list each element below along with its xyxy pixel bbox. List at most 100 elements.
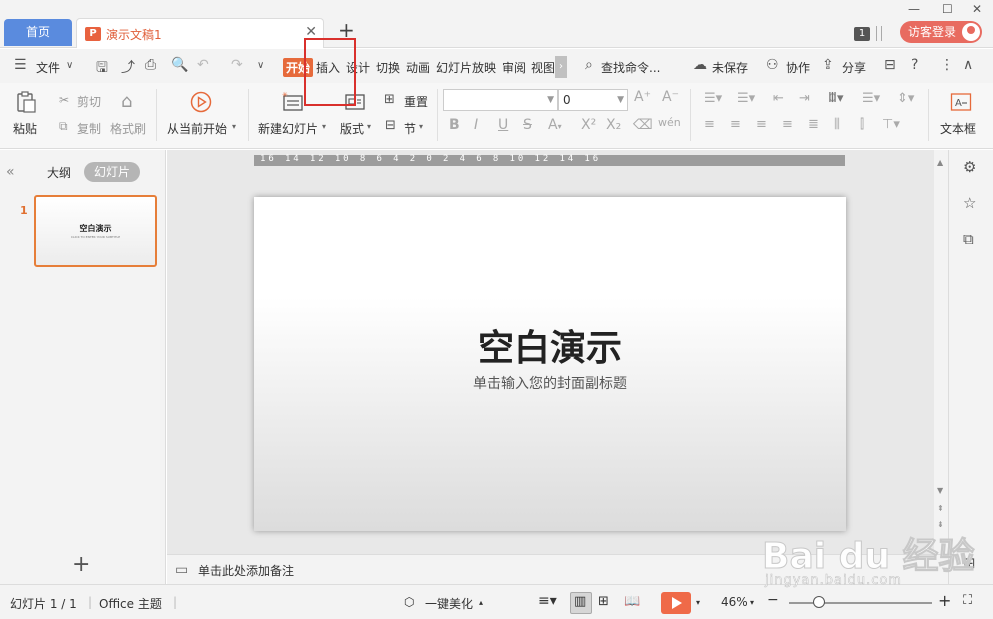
font-name-select[interactable]: ▼ (443, 89, 558, 111)
add-slide-icon[interactable]: + (72, 552, 90, 577)
slide-sorter-icon[interactable]: ⊞ (598, 594, 609, 609)
quick-access-dropdown-icon[interactable]: ∨ (257, 60, 264, 71)
italic-icon[interactable]: I (474, 117, 478, 133)
outline-tab[interactable]: 大纲 (47, 164, 71, 181)
new-slide-button[interactable]: 新建幻灯片 (258, 120, 318, 137)
cut-button[interactable]: 剪切 (77, 93, 101, 110)
help-icon[interactable]: ? (911, 57, 918, 73)
chevron-down-icon[interactable]: ▾ (750, 598, 754, 607)
chevron-down-icon[interactable]: ▾ (322, 122, 326, 131)
play-from-current-icon[interactable] (190, 91, 212, 113)
search-icon[interactable]: ⌕ (585, 57, 593, 73)
previous-slide-icon[interactable]: ⇞ (937, 504, 944, 513)
tab-view[interactable]: 视图 (531, 59, 555, 76)
notes-view-icon[interactable]: ≡▾ (538, 593, 557, 609)
zoom-in-icon[interactable]: + (938, 591, 951, 610)
clear-format-icon[interactable]: ⌫ (633, 117, 653, 133)
column-spacing-icon[interactable]: ⫿ (860, 117, 864, 132)
layout-button[interactable]: 版式 (340, 120, 364, 137)
more-icon[interactable]: ⋮ (940, 57, 954, 73)
print-preview-icon[interactable]: 🔍 (171, 57, 188, 73)
close-window-icon[interactable]: ✕ (972, 2, 982, 16)
slide-thumbnail[interactable]: 空白演示 CLICK TO ENTER YOUR SUBTITLE (34, 195, 157, 267)
reset-button[interactable]: 重置 (404, 93, 428, 110)
scroll-tabs-right-icon[interactable]: › (555, 56, 567, 78)
distribute-icon[interactable]: ≣ (808, 117, 819, 132)
columns-icon[interactable]: ⫼ (834, 117, 840, 132)
slide-subtitle[interactable]: 单击输入您的封面副标题 (254, 373, 846, 393)
save-icon[interactable]: 🖫 (96, 57, 108, 81)
chevron-down-icon[interactable]: ▾ (419, 122, 423, 131)
share-button[interactable]: 分享 (842, 59, 866, 76)
chevron-down-icon[interactable]: ▾ (696, 598, 700, 607)
tab-slideshow[interactable]: 幻灯片放映 (436, 59, 496, 76)
redo-icon[interactable]: ↷ (231, 57, 243, 73)
numbered-list-icon[interactable]: ☰▾ (737, 91, 755, 106)
align-text-icon[interactable]: ☰▾ (862, 91, 880, 106)
slide[interactable]: 空白演示 单击输入您的封面副标题 (254, 197, 846, 531)
collapse-ribbon-icon[interactable]: ∧ (963, 57, 973, 73)
paste-button[interactable]: 粘贴 (13, 120, 37, 137)
collapse-panel-icon[interactable]: « (6, 164, 15, 180)
collaborate-button[interactable]: 协作 (786, 59, 810, 76)
transition-icon[interactable]: ⧉ (963, 230, 974, 248)
tab-document[interactable]: P 演示文稿1 ✕ (76, 18, 324, 48)
increase-indent-icon[interactable]: ⇥ (799, 91, 810, 106)
paragraph-spacing-icon[interactable]: ⇕▾ (897, 91, 914, 106)
window-count-badge[interactable]: 1 (854, 27, 870, 41)
slides-tab[interactable]: 幻灯片 (84, 162, 140, 182)
file-menu[interactable]: 文件 (36, 59, 60, 76)
undo-icon[interactable]: ↶ (197, 57, 209, 73)
format-painter-button[interactable]: 格式刷 (110, 120, 146, 137)
zoom-level[interactable]: 46% (721, 595, 748, 609)
chevron-down-icon[interactable]: ▾ (232, 122, 236, 131)
align-left-icon[interactable]: ≡ (704, 117, 715, 132)
text-direction-icon[interactable]: Ⅲ▾ (828, 91, 844, 106)
scroll-up-icon[interactable]: ▲ (937, 158, 943, 167)
unsaved-status[interactable]: 未保存 (712, 59, 748, 76)
zoom-slider-handle[interactable] (813, 596, 825, 608)
section-icon[interactable]: ⊟ (385, 118, 396, 133)
scroll-down-icon[interactable]: ▼ (937, 486, 943, 495)
chevron-down-icon[interactable]: ▾ (367, 122, 371, 131)
vertical-align-icon[interactable]: ⊤▾ (882, 117, 900, 132)
reading-view-icon[interactable]: 📖 (624, 594, 640, 609)
align-right-icon[interactable]: ≡ (756, 117, 767, 132)
font-size-select[interactable]: 0 ▼ (558, 89, 628, 111)
font-color-icon[interactable]: A▾ (548, 117, 562, 133)
animation-icon[interactable]: ☆ (963, 194, 976, 212)
vertical-scrollbar[interactable]: ▲ ▼ ⇞ ⇟ (934, 150, 948, 554)
cut-icon[interactable]: ✂ (59, 93, 69, 107)
format-painter-icon[interactable]: ⌂ (121, 91, 132, 112)
print-icon[interactable]: ⎙ (145, 57, 156, 73)
toolbar-settings-icon[interactable]: ⊟ (884, 57, 896, 73)
textbox-button[interactable]: 文本框 (940, 120, 976, 137)
properties-icon[interactable]: ⚙ (963, 158, 976, 176)
bold-icon[interactable]: B (449, 117, 460, 133)
visitor-login-button[interactable]: 访客登录 (900, 21, 982, 43)
superscript-icon[interactable]: X² (581, 117, 596, 133)
hamburger-menu-icon[interactable]: ☰ (14, 57, 27, 73)
bullet-list-icon[interactable]: ☰▾ (704, 91, 722, 106)
textbox-icon[interactable]: A (950, 91, 972, 113)
subscript-icon[interactable]: X₂ (606, 117, 621, 133)
minimize-icon[interactable]: — (908, 2, 920, 16)
underline-icon[interactable]: U (498, 117, 508, 133)
strikethrough-icon[interactable]: S (523, 117, 532, 133)
slide-title[interactable]: 空白演示 (254, 319, 846, 371)
beautify-icon[interactable]: ⬡ (404, 595, 414, 609)
chevron-up-icon[interactable]: ▴ (479, 598, 483, 607)
tab-review[interactable]: 审阅 (502, 59, 526, 76)
theme-name[interactable]: Office 主题 (99, 595, 162, 612)
tab-home[interactable]: 首页 (4, 19, 72, 46)
decrease-indent-icon[interactable]: ⇤ (773, 91, 784, 106)
one-click-beautify-button[interactable]: 一键美化 (425, 595, 473, 612)
paste-icon[interactable] (15, 91, 37, 113)
tab-transitions[interactable]: 切换 (376, 59, 400, 76)
section-button[interactable]: 节 (404, 120, 416, 137)
fit-window-icon[interactable]: ⛶ (963, 593, 972, 608)
justify-icon[interactable]: ≡ (782, 117, 793, 132)
notes-placeholder[interactable]: 单击此处添加备注 (198, 562, 294, 579)
reset-icon[interactable]: ⊞ (384, 92, 395, 107)
align-center-icon[interactable]: ≡ (730, 117, 741, 132)
